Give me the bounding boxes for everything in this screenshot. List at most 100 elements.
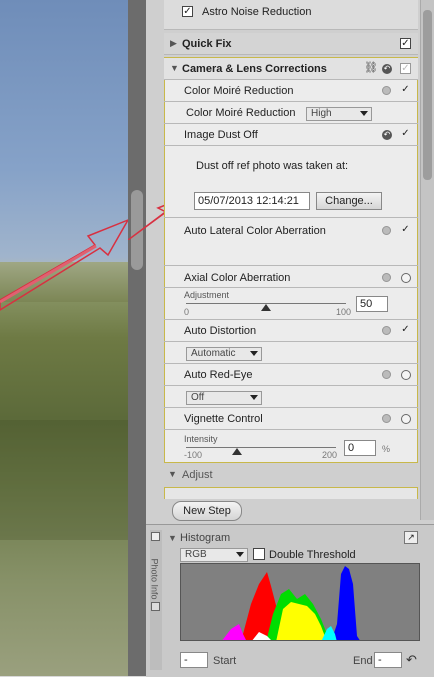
redeye-select[interactable]: Off — [186, 391, 262, 405]
astro-row: ✓ Astro Noise Reduction — [164, 0, 418, 30]
adjust-header[interactable]: ▼ Adjust — [164, 465, 418, 485]
adjust-section-top — [164, 487, 418, 499]
color-moire-sub-label: Color Moiré Reduction — [186, 107, 296, 119]
vignette-slider-track[interactable] — [186, 447, 336, 448]
quickfix-header[interactable]: ▶ Quick Fix ✓ — [164, 33, 418, 55]
camera-checkbox[interactable]: ✓ — [400, 63, 411, 74]
axial-value-field[interactable]: 50 — [356, 296, 388, 312]
preview-scrollbar[interactable] — [128, 0, 146, 676]
photo-preview — [0, 0, 128, 676]
vignette-label: Vignette Control — [184, 413, 263, 425]
color-moire-sub-row: Color Moiré Reduction High — [164, 102, 418, 124]
double-threshold-label: Double Threshold — [269, 549, 356, 561]
color-moire-select[interactable]: High — [306, 107, 372, 121]
dust-off-date-field[interactable]: 05/07/2013 12:14:21 — [194, 192, 310, 210]
panel-scrollbar[interactable] — [420, 0, 434, 520]
axial-slider-thumb[interactable] — [261, 304, 271, 311]
adjust-collapse-icon[interactable]: ▼ — [168, 469, 177, 479]
redeye-label: Auto Red-Eye — [184, 369, 253, 381]
dust-off-prompt: Dust off ref photo was taken at: — [196, 160, 349, 172]
dust-off-label: Image Dust Off — [184, 129, 258, 141]
distortion-option-row: Automatic — [164, 342, 418, 364]
axial-label: Axial Color Aberration — [184, 272, 291, 284]
redeye-select-value: Off — [191, 392, 205, 403]
dust-off-details: Dust off ref photo was taken at: 05/07/2… — [164, 146, 418, 218]
double-threshold-checkbox[interactable] — [253, 548, 265, 560]
dust-off-reset-icon[interactable]: ↶ — [382, 130, 392, 140]
camera-reset-icon[interactable]: ↶ — [382, 64, 392, 74]
axial-max-label: 100 — [336, 307, 352, 317]
chevron-down-icon — [250, 395, 258, 400]
histogram-plot — [222, 566, 360, 640]
histogram-channel-select[interactable]: RGB — [180, 548, 248, 562]
quickfix-label: Quick Fix — [182, 38, 232, 50]
collapse-icon[interactable] — [151, 532, 160, 541]
dust-off-change-button[interactable]: Change... — [316, 192, 382, 210]
lateral-label: Auto Lateral Color Aberration — [184, 225, 326, 237]
vignette-intensity-label: Intensity — [184, 434, 218, 444]
histogram-reset-icon[interactable]: ↶ — [406, 652, 417, 668]
axial-adjust-row: Adjustment 0 100 50 — [164, 288, 418, 320]
histogram-start-field[interactable]: - — [180, 652, 208, 668]
photo-info-label: Photo Info — [149, 558, 160, 600]
distortion-row: Auto Distortion ✓ — [164, 320, 418, 342]
vignette-slider-thumb[interactable] — [232, 448, 242, 455]
annotation-arrow — [0, 219, 128, 311]
vignette-toggle[interactable] — [401, 414, 411, 424]
axial-status-icon — [382, 273, 391, 282]
histogram-title: Histogram — [180, 532, 231, 544]
vignette-status-icon — [382, 414, 391, 423]
histogram-magenta — [222, 624, 246, 640]
adjust-label: Adjust — [182, 469, 213, 481]
vignette-max-label: 200 — [322, 450, 338, 460]
axial-adjust-label: Adjustment — [184, 290, 230, 300]
vignette-intensity-row: Intensity -100 200 0 % — [164, 430, 418, 462]
chevron-down-icon — [250, 351, 258, 356]
color-moire-checkbox[interactable]: ✓ — [400, 85, 411, 96]
camera-header[interactable]: ▼ Camera & Lens Corrections ⛓ ↶ ✓ — [164, 58, 418, 80]
axial-toggle[interactable] — [401, 273, 411, 283]
axial-min-label: 0 — [184, 307, 190, 317]
dust-off-row: Image Dust Off ↶ ✓ — [164, 124, 418, 146]
distortion-status-icon — [382, 326, 391, 335]
histogram-channel-value: RGB — [185, 549, 207, 560]
quickfix-expand-icon[interactable]: ▶ — [170, 38, 177, 49]
axial-row: Axial Color Aberration — [164, 266, 418, 288]
color-moire-label: Color Moiré Reduction — [184, 85, 294, 97]
astro-label: Astro Noise Reduction — [202, 6, 312, 18]
distortion-checkbox[interactable]: ✓ — [400, 325, 411, 336]
distortion-label: Auto Distortion — [184, 325, 257, 337]
link-icon[interactable]: ⛓ — [364, 61, 378, 74]
chevron-down-icon — [360, 111, 368, 116]
distortion-select-value: Automatic — [191, 348, 236, 359]
histogram-blue — [331, 566, 360, 640]
lateral-checkbox[interactable]: ✓ — [400, 225, 411, 236]
vignette-value-field[interactable]: 0 — [344, 440, 376, 456]
histogram-start-label: Start — [213, 655, 237, 667]
redeye-status-icon — [382, 370, 391, 379]
panel-scrollbar-thumb[interactable] — [423, 10, 432, 180]
distortion-select[interactable]: Automatic — [186, 347, 262, 361]
quickfix-checkbox[interactable]: ✓ — [400, 38, 411, 49]
dust-off-checkbox[interactable]: ✓ — [400, 129, 411, 140]
photo-info-tab[interactable]: Photo Info — [150, 530, 162, 670]
vignette-row: Vignette Control — [164, 408, 418, 430]
color-moire-select-value: High — [311, 108, 332, 119]
lateral-row: Auto Lateral Color Aberration ✓ — [164, 218, 418, 266]
redeye-toggle[interactable] — [401, 370, 411, 380]
expand-icon[interactable] — [151, 602, 160, 611]
histogram-popout-icon[interactable]: ↗ — [404, 531, 418, 544]
color-moire-row: Color Moiré Reduction ✓ — [164, 80, 418, 102]
lateral-status-icon — [382, 226, 391, 235]
vignette-unit: % — [382, 444, 391, 454]
astro-checkbox[interactable]: ✓ — [182, 6, 193, 17]
chevron-down-icon — [236, 552, 244, 557]
redeye-option-row: Off — [164, 386, 418, 408]
histogram-graph — [180, 563, 420, 641]
vignette-min-label: -100 — [184, 450, 203, 460]
histogram-end-label: End — [353, 655, 373, 667]
new-step-button[interactable]: New Step — [172, 501, 242, 521]
camera-collapse-icon[interactable]: ▼ — [170, 63, 179, 73]
histogram-collapse-icon[interactable]: ▼ — [168, 533, 177, 543]
histogram-end-field[interactable]: - — [374, 652, 402, 668]
